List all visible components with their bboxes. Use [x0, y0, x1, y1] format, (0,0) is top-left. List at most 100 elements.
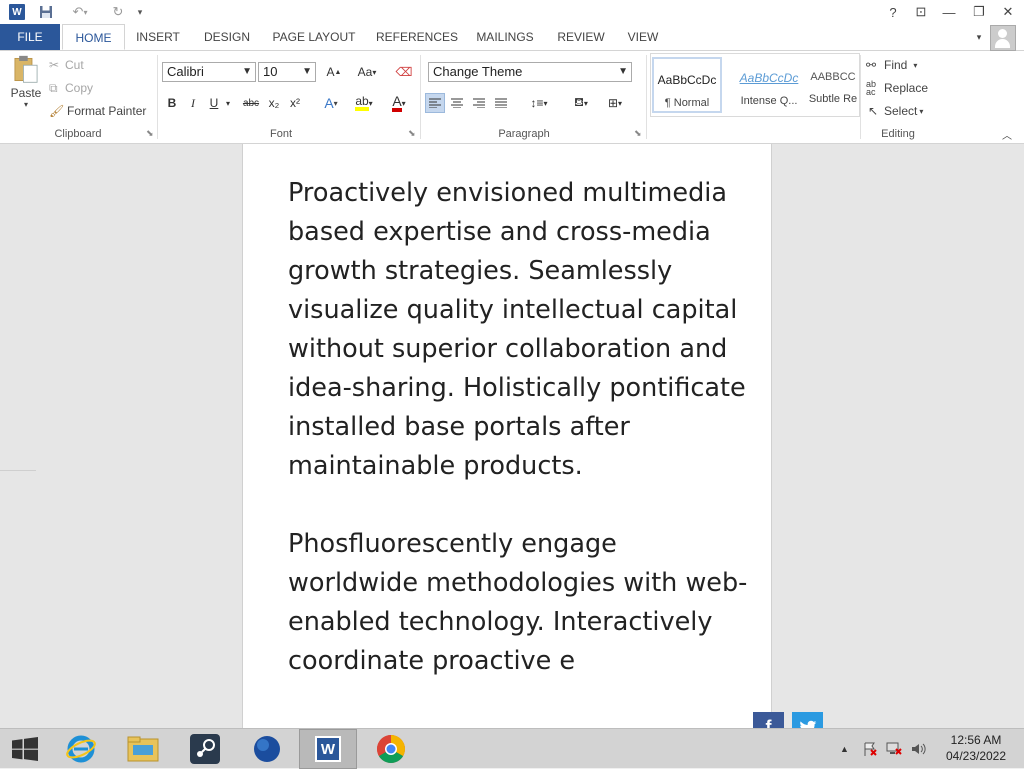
document-page[interactable]: Proactively envisioned multimedia based …: [242, 144, 772, 728]
find-label: Find: [884, 58, 908, 72]
document-canvas[interactable]: Proactively envisioned multimedia based …: [0, 144, 1024, 728]
style-normal-name: ¶ Normal: [664, 97, 710, 109]
style-subtle-reference[interactable]: AABBCC Subtle Re: [806, 57, 860, 113]
clock-time: 12:56 AM: [950, 733, 1002, 747]
document-body[interactable]: Proactively envisioned multimedia based …: [288, 174, 748, 720]
superscript-button[interactable]: x²: [285, 93, 305, 113]
font-dialog-launcher-icon[interactable]: ⬊: [408, 128, 416, 139]
tab-insert[interactable]: INSERT: [134, 24, 182, 50]
format-painter-button[interactable]: 🖌 Format Painter: [49, 102, 146, 120]
subscript-button[interactable]: x₂: [264, 93, 284, 113]
grow-font-button[interactable]: A ▲: [324, 62, 344, 82]
tab-view[interactable]: VIEW: [624, 24, 662, 50]
style-normal[interactable]: AaBbCcDc ¶ Normal: [652, 57, 722, 113]
internet-explorer-icon[interactable]: [52, 729, 110, 769]
network-icon[interactable]: [886, 741, 902, 760]
font-family-select[interactable]: Calibri ▼: [162, 62, 256, 82]
underline-dropdown-icon[interactable]: ▾: [222, 93, 234, 113]
style-intense-quote[interactable]: AaBbCcDc Intense Q...: [734, 57, 804, 113]
align-left-button[interactable]: [425, 93, 445, 113]
tab-home[interactable]: HOME: [62, 24, 125, 50]
start-button[interactable]: [0, 729, 50, 769]
select-button[interactable]: ↖ Select ▾: [868, 102, 923, 120]
close-button[interactable]: ✕: [997, 2, 1019, 22]
font-color-icon[interactable]: A ▾: [384, 93, 414, 113]
tab-file[interactable]: FILE: [0, 24, 60, 50]
line-spacing-icon[interactable]: ↕≡ ▾: [524, 93, 554, 113]
paste-button[interactable]: Paste ▾: [8, 55, 44, 109]
document-paragraph-2[interactable]: Phosfluorescently engage worldwide metho…: [288, 525, 748, 681]
chevron-down-icon: ▼: [242, 66, 252, 77]
divider: [157, 55, 158, 139]
copy-button[interactable]: ⧉ Copy: [49, 79, 93, 97]
change-case-button[interactable]: Aa ▾: [352, 62, 382, 82]
style-subtle-reference-sample: AABBCC: [810, 71, 856, 83]
tab-mailings[interactable]: MAILINGS: [472, 24, 538, 50]
find-button[interactable]: ⚯ Find ▾: [866, 56, 917, 74]
justify-button[interactable]: [491, 93, 511, 113]
replace-button[interactable]: ab ac Replace: [866, 79, 928, 97]
windows-logo-icon: [12, 737, 38, 761]
tab-references[interactable]: REFERENCES: [376, 24, 458, 50]
font-size-value: 10: [263, 64, 278, 79]
shading-icon[interactable]: ⛾ ▾: [566, 93, 596, 113]
customize-toolbar-icon[interactable]: ▾: [134, 3, 146, 21]
undo-icon[interactable]: ↶ ▾: [66, 3, 94, 21]
tab-page-layout[interactable]: PAGE LAYOUT: [270, 24, 358, 50]
paragraph-dialog-launcher-icon[interactable]: ⬊: [634, 128, 642, 139]
chrome-icon[interactable]: [362, 729, 420, 769]
grow-font-icon: A: [326, 65, 335, 79]
margin-marker: [0, 470, 36, 471]
borders-icon[interactable]: ⊞ ▾: [600, 93, 630, 113]
ribbon-display-options-button[interactable]: ⊡: [910, 2, 932, 22]
collapse-menu-icon[interactable]: ▾: [972, 24, 986, 50]
title-bar: W ↶ ▾ ↻ ▾ ? ⊡ — ❐ ✕: [0, 0, 1024, 24]
ribbon-home: Paste ▾ ✂ Cut ⧉ Copy 🖌 Format Painter Clipb…: [0, 51, 1024, 144]
strikethrough-button[interactable]: abc: [240, 93, 262, 113]
restore-button[interactable]: ❐: [968, 2, 990, 22]
paste-label: Paste: [10, 86, 42, 100]
show-hidden-icons-icon[interactable]: ▲: [840, 744, 849, 754]
underline-button[interactable]: U: [204, 93, 224, 113]
word-app-icon[interactable]: W: [8, 3, 26, 21]
align-center-button[interactable]: [447, 93, 467, 113]
change-theme-value: Change Theme: [433, 64, 523, 79]
font-group-label: Font: [269, 128, 292, 140]
editing-group-label: Editing: [881, 128, 915, 140]
redo-icon[interactable]: ↻: [106, 3, 130, 21]
style-intense-quote-name: Intense Q...: [740, 95, 798, 107]
style-subtle-reference-name: Subtle Re: [808, 93, 858, 105]
font-family-value: Calibri: [167, 64, 204, 79]
align-right-button[interactable]: [469, 93, 489, 113]
italic-button[interactable]: I: [183, 93, 203, 113]
collapse-ribbon-icon[interactable]: ︿: [1002, 127, 1012, 142]
taskbar: W ▲ 12:56 AM 04/23/2022: [0, 728, 1024, 769]
document-paragraph-1[interactable]: Proactively envisioned multimedia based …: [288, 174, 748, 486]
clipboard-group-label: Clipboard: [54, 128, 102, 140]
clear-formatting-icon[interactable]: ⌫: [394, 62, 414, 82]
globe-app-icon[interactable]: [238, 729, 296, 769]
clipboard-dialog-launcher-icon[interactable]: ⬊: [146, 128, 154, 139]
steam-icon[interactable]: [176, 729, 234, 769]
volume-icon[interactable]: [910, 741, 926, 760]
account-avatar[interactable]: [990, 25, 1016, 51]
tab-design[interactable]: DESIGN: [201, 24, 253, 50]
text-effects-icon[interactable]: A ▾: [316, 93, 346, 113]
help-button[interactable]: ?: [882, 2, 904, 22]
save-icon[interactable]: [36, 3, 56, 21]
cursor-arrow-icon: ↖: [868, 104, 879, 118]
scissors-icon: ✂: [49, 58, 60, 72]
action-center-flag-icon[interactable]: [862, 741, 878, 760]
bold-button[interactable]: B: [162, 93, 182, 113]
tab-review[interactable]: REVIEW: [555, 24, 607, 50]
highlight-color-icon[interactable]: ab ▾: [348, 93, 380, 113]
font-size-select[interactable]: 10 ▼: [258, 62, 316, 82]
word-taskbar-icon[interactable]: W: [299, 729, 357, 769]
cut-button[interactable]: ✂ Cut: [49, 56, 84, 74]
minimize-button[interactable]: —: [938, 2, 960, 22]
clipboard-icon: [14, 55, 38, 83]
change-theme-select[interactable]: Change Theme ▼: [428, 62, 632, 82]
file-explorer-icon[interactable]: [114, 729, 172, 769]
align-center-icon: [451, 98, 463, 108]
system-clock[interactable]: 12:56 AM 04/23/2022: [936, 732, 1016, 764]
